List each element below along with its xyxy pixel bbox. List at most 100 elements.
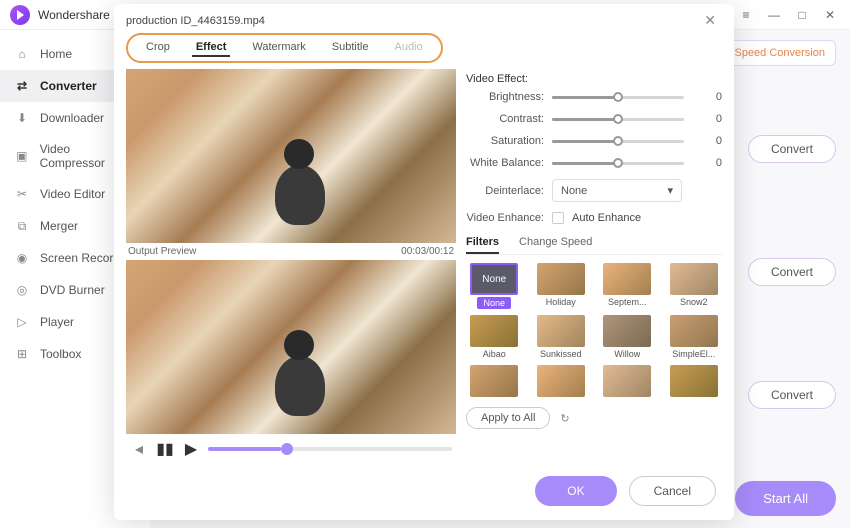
pause-button[interactable]: ▮▮ <box>156 440 174 458</box>
app-logo-icon <box>10 5 30 25</box>
filter-item-10[interactable] <box>599 365 656 399</box>
enhance-label: Video Enhance: <box>466 212 544 224</box>
filter-thumb <box>603 263 651 295</box>
home-icon: ⌂ <box>14 46 30 62</box>
filter-item-Aibao[interactable]: Aibao <box>466 315 523 359</box>
modal-filename: production ID_4463159.mp4 <box>126 15 698 27</box>
brightness-value: 0 <box>704 91 722 103</box>
tab-subtitle[interactable]: Subtitle <box>328 39 373 57</box>
editor-icon: ✂ <box>14 186 30 202</box>
chevron-down-icon: ▾ <box>667 184 673 197</box>
filter-item-Snow2[interactable]: Snow2 <box>666 263 723 309</box>
prev-button[interactable]: ◂ <box>130 440 148 458</box>
filter-thumb <box>537 263 585 295</box>
brightness-label: Brightness: <box>466 91 544 103</box>
video-effect-title: Video Effect: <box>466 73 722 85</box>
refresh-icon[interactable]: ↻ <box>560 412 569 425</box>
settings-column: Video Effect: Brightness: 0 Contrast: 0 … <box>466 69 722 464</box>
filter-thumb <box>537 315 585 347</box>
filter-item-Sunkissed[interactable]: Sunkissed <box>533 315 590 359</box>
filter-name: Holiday <box>546 297 576 307</box>
filter-grid: NoneNone Holiday Septem... Snow2 Aibao Sunkis… <box>466 263 722 399</box>
close-button[interactable]: ✕ <box>820 5 840 25</box>
filter-item-11[interactable] <box>666 365 723 399</box>
convert-button[interactable]: Convert <box>748 258 836 286</box>
deinterlace-label: Deinterlace: <box>466 185 544 197</box>
minimize-button[interactable]: — <box>764 5 784 25</box>
cancel-button[interactable]: Cancel <box>629 476 716 506</box>
apply-to-all-button[interactable]: Apply to All <box>466 407 550 429</box>
filter-item-Willow[interactable]: Willow <box>599 315 656 359</box>
filter-item-SimpleEl...[interactable]: SimpleEl... <box>666 315 723 359</box>
speed-conversion-button[interactable]: Speed Conversion <box>723 40 836 66</box>
convert-button[interactable]: Convert <box>748 135 836 163</box>
deinterlace-row: Deinterlace: None ▾ <box>466 179 722 202</box>
filter-item-Septem...[interactable]: Septem... <box>599 263 656 309</box>
auto-enhance-label: Auto Enhance <box>572 212 641 224</box>
preview-column: Output Preview 00:03/00:12 ◂ ▮▮ ▶ <box>126 69 456 464</box>
output-preview <box>126 260 456 434</box>
deinterlace-select[interactable]: None ▾ <box>552 179 682 202</box>
contrast-label: Contrast: <box>466 113 544 125</box>
converter-icon: ⇄ <box>14 78 30 94</box>
menu-icon[interactable]: ≡ <box>736 5 756 25</box>
filter-item-None[interactable]: NoneNone <box>466 263 523 309</box>
maximize-button[interactable]: □ <box>792 5 812 25</box>
sidebar-item-label: Home <box>40 47 72 61</box>
toolbox-icon: ⊞ <box>14 346 30 362</box>
preview-time: 00:03/00:12 <box>401 246 454 257</box>
saturation-row: Saturation: 0 <box>466 135 722 147</box>
brightness-row: Brightness: 0 <box>466 91 722 103</box>
tab-watermark[interactable]: Watermark <box>248 39 309 57</box>
dvd-icon: ◎ <box>14 282 30 298</box>
sidebar-item-label: Converter <box>40 79 97 93</box>
subtab-change-speed[interactable]: Change Speed <box>519 232 592 254</box>
modal-close-button[interactable]: ✕ <box>698 10 722 31</box>
effect-subtabs: Filters Change Speed <box>466 232 722 255</box>
brightness-slider[interactable] <box>552 96 684 99</box>
ok-button[interactable]: OK <box>535 476 616 506</box>
sidebar-item-label: Toolbox <box>40 347 81 361</box>
filter-thumb <box>670 263 718 295</box>
compress-icon: ▣ <box>14 148 30 164</box>
subtab-filters[interactable]: Filters <box>466 232 499 254</box>
white-balance-slider[interactable] <box>552 162 684 165</box>
output-preview-label: Output Preview <box>128 246 196 257</box>
filter-item-8[interactable] <box>466 365 523 399</box>
filter-thumb <box>470 365 518 397</box>
downloader-icon: ⬇ <box>14 110 30 126</box>
filter-thumb <box>670 315 718 347</box>
white-balance-value: 0 <box>704 157 722 169</box>
white-balance-label: White Balance: <box>466 157 544 169</box>
start-all-button[interactable]: Start All <box>735 481 836 516</box>
white-balance-row: White Balance: 0 <box>466 157 722 169</box>
play-button[interactable]: ▶ <box>182 440 200 458</box>
sidebar-item-label: Player <box>40 315 74 329</box>
filter-name: Sunkissed <box>540 349 582 359</box>
saturation-value: 0 <box>704 135 722 147</box>
auto-enhance-checkbox[interactable] <box>552 212 564 224</box>
playback-progress[interactable] <box>208 447 452 451</box>
sidebar-item-label: Downloader <box>40 111 104 125</box>
sidebar-item-label: DVD Burner <box>40 283 105 297</box>
tab-audio: Audio <box>390 39 426 57</box>
enhance-row: Video Enhance: Auto Enhance <box>466 212 722 224</box>
edit-tabs: Crop Effect Watermark Subtitle Audio <box>126 33 443 63</box>
tab-crop[interactable]: Crop <box>142 39 174 57</box>
filter-item-9[interactable] <box>533 365 590 399</box>
effect-modal: production ID_4463159.mp4 ✕ Crop Effect … <box>114 4 734 520</box>
sidebar-item-label: Video Editor <box>40 187 105 201</box>
original-preview <box>126 69 456 243</box>
filter-name: Septem... <box>608 297 647 307</box>
tab-effect[interactable]: Effect <box>192 39 231 57</box>
filter-item-Holiday[interactable]: Holiday <box>533 263 590 309</box>
filter-name: Aibao <box>483 349 506 359</box>
convert-button[interactable]: Convert <box>748 381 836 409</box>
saturation-label: Saturation: <box>466 135 544 147</box>
contrast-value: 0 <box>704 113 722 125</box>
filter-name: SimpleEl... <box>672 349 715 359</box>
deinterlace-value: None <box>561 185 587 197</box>
filter-name: Snow2 <box>680 297 708 307</box>
saturation-slider[interactable] <box>552 140 684 143</box>
contrast-slider[interactable] <box>552 118 684 121</box>
